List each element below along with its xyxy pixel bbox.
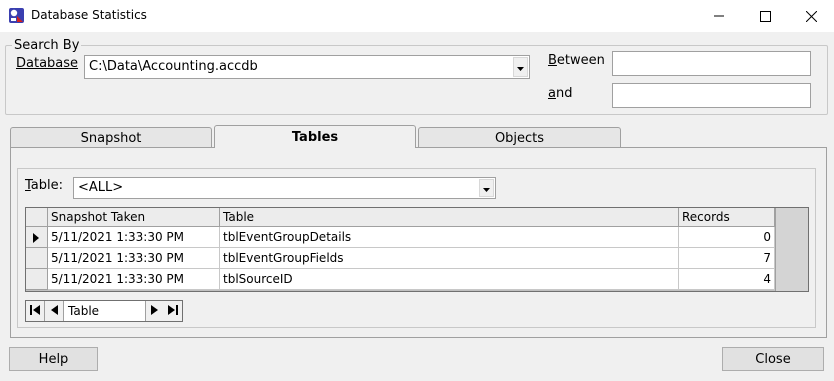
last-record-button[interactable] (163, 301, 182, 321)
tab-objects-label: Objects (494, 130, 545, 146)
tab-objects[interactable]: Objects (418, 127, 621, 148)
window-title: Database Statistics (31, 8, 147, 22)
table-row-cell-records[interactable]: 4 (679, 269, 775, 290)
database-value: C:\Data\Accounting.accdb (89, 59, 258, 74)
next-record-icon (151, 304, 158, 319)
row-selector-header (26, 208, 48, 227)
table-row-cell-snapshot[interactable]: 5/11/2021 1:33:30 PM (48, 227, 220, 248)
close-button[interactable]: Close (722, 347, 824, 371)
maximize-button[interactable] (742, 0, 788, 32)
current-record-icon (33, 232, 39, 247)
table-row-cell-records[interactable]: 0 (679, 227, 775, 248)
between-field[interactable] (612, 51, 811, 76)
database-combo[interactable]: C:\Data\Accounting.accdb (84, 55, 530, 79)
previous-record-icon (50, 304, 58, 319)
chevron-down-icon (483, 181, 490, 196)
database-dropdown-button[interactable] (513, 57, 528, 77)
tab-snapshot-label: Snapshot (80, 130, 142, 146)
close-icon (805, 10, 817, 22)
next-record-button[interactable] (145, 301, 164, 321)
title-bar: Database Statistics (0, 0, 834, 32)
database-label: Database (16, 56, 79, 71)
table-row-cell-table[interactable]: tblEventGroupDetails (220, 227, 679, 248)
vertical-scrollbar[interactable] (775, 208, 808, 291)
help-button-label: Help (38, 351, 69, 367)
row-selector[interactable] (26, 227, 48, 248)
first-record-button[interactable] (26, 301, 45, 321)
database-app-icon (8, 7, 25, 24)
and-field[interactable] (612, 83, 811, 108)
maximize-icon (759, 10, 771, 22)
close-window-button[interactable] (788, 0, 834, 32)
minimize-icon (714, 11, 724, 21)
navigator-label[interactable]: Table (68, 304, 99, 318)
tab-snapshot[interactable]: Snapshot (10, 127, 212, 148)
column-header-records[interactable]: Records (679, 208, 775, 227)
between-label: Between (548, 53, 605, 68)
tab-tables-label: Tables (291, 129, 339, 145)
statistics-datasheet: Snapshot Taken Table Records 5/11/2021 1… (25, 207, 809, 292)
last-record-icon (167, 304, 178, 319)
help-button[interactable]: Help (9, 347, 98, 371)
table-row-cell-table[interactable]: tblEventGroupFields (220, 248, 679, 269)
chevron-down-icon (517, 60, 524, 75)
row-selector[interactable] (26, 248, 48, 269)
table-filter-label: Table: (25, 178, 64, 193)
table-row-cell-records[interactable]: 7 (679, 248, 775, 269)
table-filter-combo[interactable]: <ALL> (73, 177, 496, 199)
close-button-label: Close (755, 351, 791, 367)
table-filter-dropdown-button[interactable] (479, 179, 494, 197)
table-row-cell-table[interactable]: tblSourceID (220, 269, 679, 290)
minimize-button[interactable] (696, 0, 742, 32)
tab-tables[interactable]: Tables (214, 125, 416, 148)
row-selector[interactable] (26, 269, 48, 290)
record-navigator: Table (25, 300, 183, 322)
and-label: and (548, 86, 573, 101)
table-row-cell-snapshot[interactable]: 5/11/2021 1:33:30 PM (48, 248, 220, 269)
search-by-legend: Search By (14, 38, 80, 53)
table-filter-value: <ALL> (78, 180, 124, 195)
first-record-icon (30, 304, 40, 319)
table-row-cell-snapshot[interactable]: 5/11/2021 1:33:30 PM (48, 269, 220, 290)
column-header-table[interactable]: Table (220, 208, 679, 227)
previous-record-button[interactable] (45, 301, 64, 321)
column-header-snapshot-taken[interactable]: Snapshot Taken (48, 208, 220, 227)
